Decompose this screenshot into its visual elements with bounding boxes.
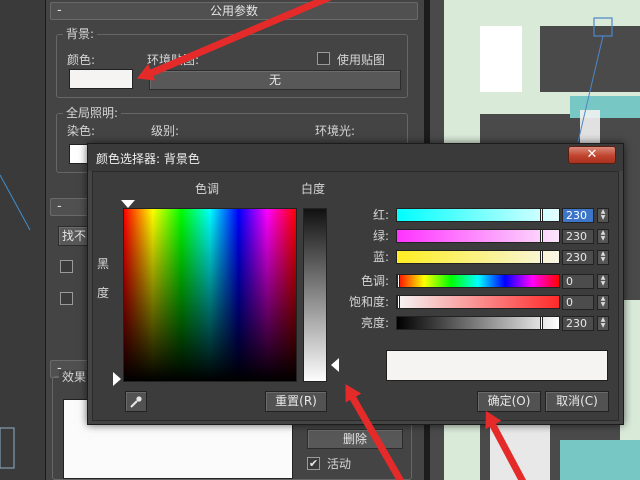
env-map-button[interactable]: 无	[149, 70, 401, 90]
eyedropper-icon[interactable]	[125, 391, 147, 412]
rollout-title: 公用参数	[209, 4, 258, 18]
slider-thumb[interactable]	[540, 229, 543, 243]
background-group: 背景: 颜色: 环境贴图: 使用贴图 无	[56, 27, 408, 98]
blue-slider[interactable]	[396, 250, 560, 264]
slider-thumb[interactable]	[540, 316, 543, 330]
hue-spinner-icon[interactable]: ▲ ▼	[597, 274, 609, 289]
ok-button[interactable]: 确定(O)	[477, 391, 541, 412]
blackness-marker-icon[interactable]	[113, 372, 121, 386]
value-slider[interactable]	[396, 316, 560, 330]
red-slider[interactable]	[396, 208, 560, 222]
close-icon[interactable]: ✕	[568, 146, 616, 164]
green-value-field[interactable]: 230	[562, 229, 594, 244]
blackness-label: 黑	[97, 257, 110, 271]
green-label: 绿:	[372, 229, 389, 243]
blue-spinner-icon[interactable]: ▲ ▼	[597, 250, 609, 265]
green-slider[interactable]	[396, 229, 560, 243]
red-value-field[interactable]: 230	[562, 208, 594, 223]
whiteness-marker-icon[interactable]	[331, 358, 339, 372]
degree-label: 度	[97, 286, 110, 300]
red-label: 红:	[372, 208, 389, 222]
collapse-icon: -	[57, 199, 62, 214]
viewport-left-grid	[0, 174, 31, 469]
common-params-rollout-header[interactable]: - 公用参数	[50, 2, 418, 20]
background-group-label: 背景:	[63, 27, 98, 41]
whiteness-heading: 白度	[301, 182, 326, 196]
exposure-option-checkbox-1[interactable]	[60, 260, 73, 273]
saturation-spinner-icon[interactable]: ▲ ▼	[597, 295, 609, 310]
exposure-option-checkbox-2[interactable]	[60, 292, 73, 305]
reset-button[interactable]: 重置(R)	[265, 391, 327, 412]
slider-thumb[interactable]	[540, 250, 543, 264]
value-value-field[interactable]: 230	[562, 316, 594, 331]
level-label: 级别:	[151, 124, 180, 138]
color-preview-swatch	[386, 350, 608, 381]
hue-heading: 色调	[195, 182, 220, 196]
viewport-left[interactable]	[0, 0, 46, 480]
color-label: 颜色:	[67, 53, 96, 67]
delete-effect-button[interactable]: 删除	[307, 429, 403, 449]
use-map-checkbox[interactable]	[317, 52, 330, 65]
value-spinner-icon[interactable]: ▲ ▼	[597, 316, 609, 331]
background-color-swatch[interactable]	[69, 69, 133, 89]
saturation-slider[interactable]	[396, 295, 560, 309]
red-spinner-icon[interactable]: ▲ ▼	[597, 208, 609, 223]
active-checkbox[interactable]: ✔	[307, 457, 320, 470]
value-label: 亮度:	[360, 316, 389, 330]
slider-thumb[interactable]	[397, 295, 400, 309]
ambient-label: 环境光:	[315, 124, 356, 138]
green-spinner-icon[interactable]: ▲ ▼	[597, 229, 609, 244]
saturation-label: 饱和度:	[348, 295, 389, 309]
dialog-title-bar[interactable]: 颜色选择器: 背景色 ✕	[88, 144, 623, 171]
blue-value-field[interactable]: 230	[562, 250, 594, 265]
saturation-value-field[interactable]: 0	[562, 295, 594, 310]
hue-slider[interactable]	[396, 274, 560, 288]
hue-label: 色调:	[360, 274, 389, 288]
hue-blackness-field[interactable]	[123, 208, 297, 382]
whiteness-bar[interactable]	[303, 208, 327, 382]
cancel-button[interactable]: 取消(C)	[545, 391, 609, 412]
slider-thumb[interactable]	[540, 208, 543, 222]
tint-label: 染色:	[67, 124, 96, 138]
global-lighting-label: 全局照明:	[63, 106, 122, 120]
effects-label: 效果	[59, 370, 90, 384]
slider-thumb[interactable]	[397, 274, 400, 288]
active-label: 活动	[327, 457, 352, 471]
eyedropper-glyph	[130, 396, 142, 408]
dialog-title: 颜色选择器: 背景色	[96, 152, 200, 166]
blue-label: 蓝:	[372, 250, 389, 264]
hue-marker-icon[interactable]	[121, 200, 135, 208]
hue-value-field[interactable]: 0	[562, 274, 594, 289]
use-map-label: 使用贴图	[337, 53, 386, 67]
